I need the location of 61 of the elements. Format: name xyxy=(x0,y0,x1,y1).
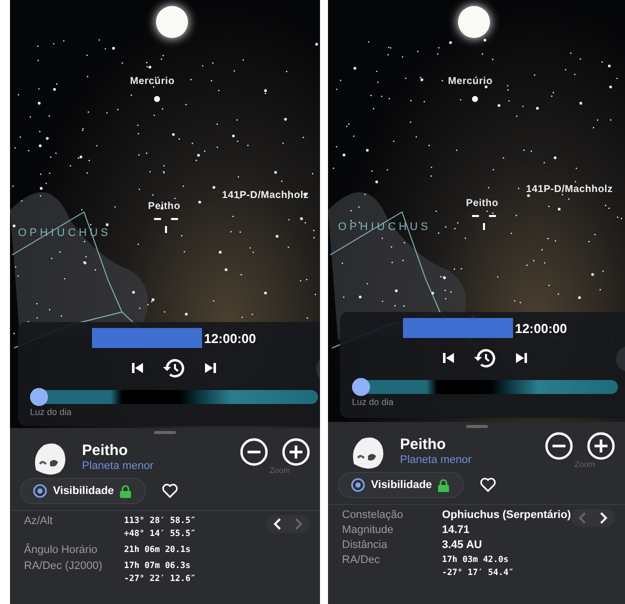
info-value: 113° 28′ 58.5″ xyxy=(124,515,196,528)
object-label[interactable]: Mercúrio xyxy=(130,76,175,87)
zoom-out-icon[interactable] xyxy=(545,432,573,460)
target-icon xyxy=(33,484,47,498)
zoom-in-icon[interactable] xyxy=(282,438,310,466)
planet-dot-icon xyxy=(154,96,160,102)
drag-handle[interactable] xyxy=(466,425,488,428)
object-label[interactable]: Mercúrio xyxy=(448,76,493,87)
skip-back-icon[interactable] xyxy=(443,352,455,364)
info-label: Ângulo Horário xyxy=(23,544,98,556)
zoom-label: Zoom xyxy=(574,460,595,469)
reticle-icon xyxy=(472,215,496,231)
info-label: RA/Dec xyxy=(341,554,381,566)
info-value: -27° 22′ 12.6″ xyxy=(124,573,196,586)
visibility-button[interactable]: Visibilidade xyxy=(338,472,464,498)
timeline-slider[interactable] xyxy=(352,380,618,394)
history-icon[interactable] xyxy=(473,346,497,370)
history-icon[interactable] xyxy=(162,356,186,380)
object-type: Planeta menor xyxy=(82,460,155,472)
slider-thumb[interactable] xyxy=(352,378,370,396)
skip-forward-icon[interactable] xyxy=(204,362,216,374)
info-value: -27° 17′ 54.4″ xyxy=(442,567,514,580)
timeline-label: Luz do dia xyxy=(30,407,72,417)
info-value: 21h 06m 20.1s xyxy=(124,544,191,557)
info-label: RA/Dec (J2000) xyxy=(23,560,104,572)
drag-handle[interactable] xyxy=(154,431,176,434)
time-text[interactable]: 12:00:00 xyxy=(204,330,256,346)
object-label[interactable]: Peitho xyxy=(466,198,498,209)
moon-drawing xyxy=(156,6,188,38)
info-value: +48° 14′ 55.5″ xyxy=(124,528,196,541)
planet-dot-icon xyxy=(472,96,478,102)
info-label: Constelação xyxy=(341,509,404,521)
info-label: Magnitude xyxy=(341,524,394,536)
heart-icon[interactable] xyxy=(162,483,178,499)
visibility-button[interactable]: Visibilidade xyxy=(20,478,146,504)
object-label[interactable]: 141P-D/Machholz xyxy=(222,190,309,201)
time-text[interactable]: 12:00:00 xyxy=(514,320,568,336)
target-icon xyxy=(351,478,365,492)
info-value: 3.45 AU xyxy=(442,539,482,551)
object-label[interactable]: 141P-D/Machholz xyxy=(526,184,613,195)
object-name: Peitho xyxy=(82,442,129,459)
info-label: Az/Alt xyxy=(23,515,54,527)
object-label[interactable]: Peitho xyxy=(148,201,180,212)
zoom-out-icon[interactable] xyxy=(240,438,268,466)
info-label: Distância xyxy=(341,539,388,551)
timeline-slider[interactable] xyxy=(30,390,318,404)
object-type: Planeta menor xyxy=(400,454,473,466)
timeline-label: Luz do dia xyxy=(352,397,394,407)
slider-thumb[interactable] xyxy=(30,388,48,406)
info-value: 17h 07m 06.3s xyxy=(124,560,191,573)
info-value: 14.71 xyxy=(442,524,470,536)
info-value: Ophiuchus (Serpentário) xyxy=(442,509,571,521)
skip-forward-icon[interactable] xyxy=(515,352,527,364)
heart-icon[interactable] xyxy=(480,477,496,493)
object-name: Peitho xyxy=(400,436,447,453)
zoom-in-icon[interactable] xyxy=(587,432,615,460)
info-value: 17h 03m 42.0s xyxy=(442,554,509,567)
moon-drawing xyxy=(458,6,490,38)
reticle-icon xyxy=(154,218,178,234)
zoom-label: Zoom xyxy=(270,466,290,475)
skip-back-icon[interactable] xyxy=(132,362,144,374)
